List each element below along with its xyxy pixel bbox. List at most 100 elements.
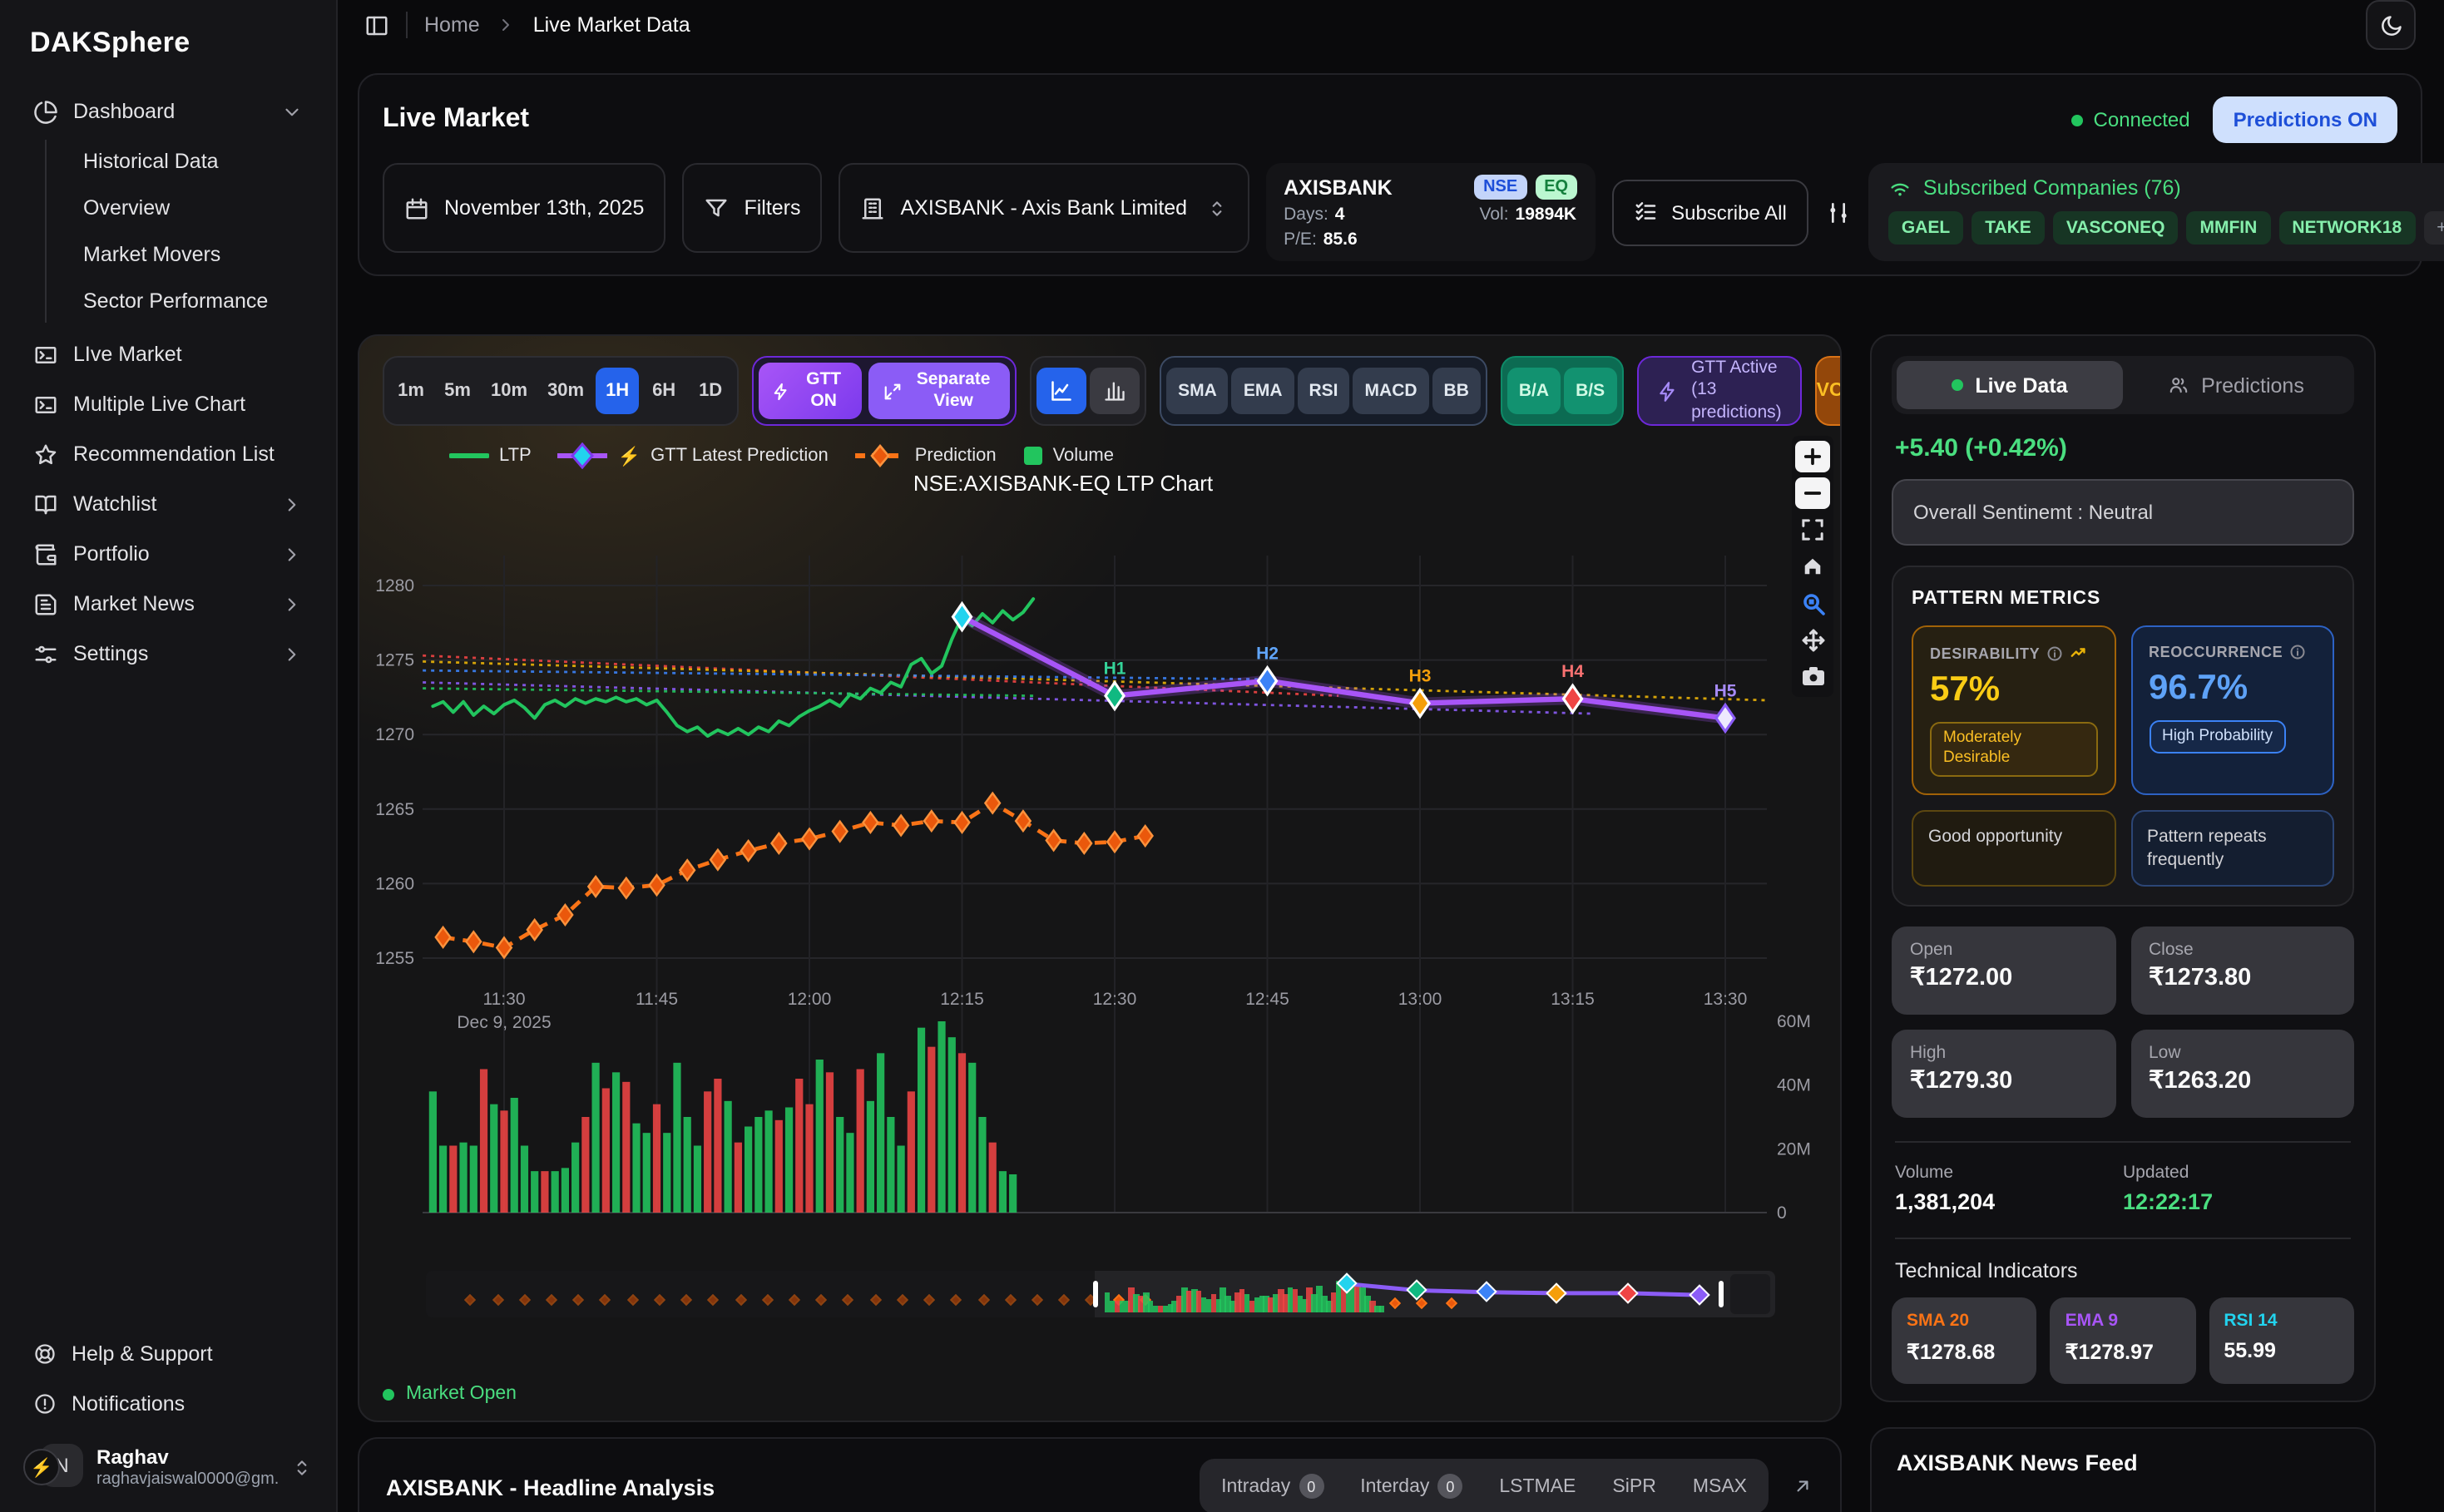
analysis-tab-msax[interactable]: MSAX xyxy=(1676,1466,1764,1506)
live-market-header-card: Live Market Connected Predictions ON Nov… xyxy=(358,73,2422,276)
sidebar-item-help-support[interactable]: Help & Support xyxy=(20,1329,316,1379)
analysis-tab-intraday[interactable]: Intraday0 xyxy=(1205,1464,1340,1509)
sidebar-item-dashboard[interactable]: Dashboard xyxy=(20,86,316,136)
sidebar-toggle-icon[interactable] xyxy=(364,12,389,37)
theme-toggle-button[interactable] xyxy=(2366,0,2416,50)
chart-type-group xyxy=(1030,356,1146,426)
company-tag-more[interactable]: +71 more xyxy=(2423,211,2444,245)
chevron-down-icon xyxy=(281,101,303,122)
timeframe-1m[interactable]: 1m xyxy=(389,368,433,414)
timeframe-1d[interactable]: 1D xyxy=(689,368,732,414)
svg-text:Dec 9, 2025: Dec 9, 2025 xyxy=(457,1013,551,1032)
zoom-in-icon[interactable] xyxy=(1795,441,1830,472)
company-tag-network18[interactable]: NETWORK18 xyxy=(2278,211,2415,245)
indicator-macd[interactable]: MACD xyxy=(1353,368,1429,414)
line-chart-button[interactable] xyxy=(1036,368,1086,414)
sidebar-item-watchlist[interactable]: Watchlist xyxy=(20,479,316,529)
subscribe-all-button[interactable]: Subscribe All xyxy=(1611,179,1808,245)
gtt-active-button[interactable]: GTT Active (13 predictions) xyxy=(1636,356,1802,426)
legend-prediction[interactable]: Prediction xyxy=(855,444,997,467)
timeframe-6h[interactable]: 6H xyxy=(642,368,685,414)
indicator-rsi[interactable]: RSI xyxy=(1298,368,1350,414)
reset-axes-icon[interactable] xyxy=(1795,551,1830,582)
sidebar-item-recommendation-list[interactable]: Recommendation List xyxy=(20,429,316,479)
analysis-tab-interday[interactable]: Interday0 xyxy=(1343,1464,1479,1509)
timeframe-group: 1m5m10m30m1H6H1D xyxy=(383,356,739,426)
navigator-handle-left[interactable] xyxy=(1093,1281,1098,1307)
tab-live-data[interactable]: Live Data xyxy=(1897,361,2123,409)
indicator-ema[interactable]: EMA xyxy=(1232,368,1294,414)
company-tag-mmfin[interactable]: MMFIN xyxy=(2186,211,2270,245)
bid-ask-button[interactable]: B/A xyxy=(1507,368,1561,414)
company-tag-gael[interactable]: GAEL xyxy=(1888,211,1963,245)
pe-label: P/E: xyxy=(1284,230,1317,250)
date-picker[interactable]: November 13th, 2025 xyxy=(383,163,665,253)
analysis-tab-label: Intraday xyxy=(1221,1476,1290,1496)
price-volume-chart[interactable]: 12551260126512701275128011:3011:4512:001… xyxy=(359,519,1842,1226)
sidebar-subitem-historical-data[interactable]: Historical Data xyxy=(73,140,316,183)
sidebar-item-label: Market News xyxy=(73,592,195,615)
sliders-vertical-icon[interactable] xyxy=(1825,199,1852,225)
indicator-bb[interactable]: BB xyxy=(1432,368,1481,414)
sidebar-item-multiple-live-chart[interactable]: Multiple Live Chart xyxy=(20,379,316,429)
stat-label: Close xyxy=(2149,941,2336,961)
tab-predictions[interactable]: Predictions xyxy=(2123,361,2349,409)
stock-selector[interactable]: AXISBANK - Axis Bank Limited xyxy=(839,163,1249,253)
company-tag-take[interactable]: TAKE xyxy=(1972,211,2045,245)
sidebar-item-live-market[interactable]: LIve Market xyxy=(20,329,316,379)
people-icon xyxy=(2168,374,2189,396)
stat-card-high: High₹1279.30 xyxy=(1892,1030,2115,1119)
svg-text:13:15: 13:15 xyxy=(1551,990,1595,1009)
buy-sell-button[interactable]: B/S xyxy=(1564,368,1616,414)
chart-navigator[interactable] xyxy=(426,1271,1775,1317)
legend-ltp[interactable]: LTP xyxy=(449,446,532,466)
info-icon[interactable] xyxy=(2289,644,2306,660)
sidebar-item-market-news[interactable]: Market News xyxy=(20,579,316,629)
sidebar-subitem-market-movers[interactable]: Market Movers xyxy=(73,233,316,276)
camera-icon[interactable] xyxy=(1795,660,1830,692)
timeframe-10m[interactable]: 10m xyxy=(482,368,536,414)
terminal-icon xyxy=(33,342,58,367)
star-icon xyxy=(33,442,58,467)
separate-view-button[interactable]: Separate View xyxy=(868,363,1010,419)
sidebar-subitem-sector-performance[interactable]: Sector Performance xyxy=(73,279,316,323)
external-link-icon[interactable] xyxy=(1792,1475,1813,1497)
timeframe-30m[interactable]: 30m xyxy=(539,368,592,414)
stat-value: ₹1279.30 xyxy=(1910,1069,2097,1095)
days-label: Days: xyxy=(1284,205,1328,225)
sidebar-item-portfolio[interactable]: Portfolio xyxy=(20,529,316,579)
timeframe-1h[interactable]: 1H xyxy=(596,368,639,414)
navigator-handle-right[interactable] xyxy=(1719,1281,1724,1307)
box-zoom-icon[interactable] xyxy=(1795,587,1830,619)
breadcrumb-home[interactable]: Home xyxy=(424,13,480,37)
filter-icon xyxy=(704,195,729,220)
analysis-tab-lstmae[interactable]: LSTMAE xyxy=(1482,1466,1592,1506)
gtt-on-button[interactable]: GTT ON xyxy=(759,363,862,419)
user-menu[interactable]: N ⚡ Raghav raghavjaiswal0000@gm... xyxy=(20,1429,316,1492)
candle-chart-button[interactable] xyxy=(1090,368,1140,414)
pan-icon[interactable] xyxy=(1795,624,1830,655)
navigator-dim-right xyxy=(1729,1274,1770,1314)
timeframe-5m[interactable]: 5m xyxy=(436,368,479,414)
ohlc-grid: Open₹1272.00Close₹1273.80High₹1279.30Low… xyxy=(1892,927,2354,1119)
sidebar-subitem-overview[interactable]: Overview xyxy=(73,186,316,230)
indicator-sma[interactable]: SMA xyxy=(1166,368,1229,414)
company-tag-vasconeq[interactable]: VASCONEQ xyxy=(2053,211,2179,245)
sidebar-item-notifications[interactable]: Notifications xyxy=(20,1379,316,1429)
info-icon[interactable] xyxy=(2046,645,2063,661)
navigator-forecast-line xyxy=(426,1271,1775,1317)
analysis-tab-sipr[interactable]: SiPR xyxy=(1596,1466,1672,1506)
vol-value: 19894K xyxy=(1516,205,1577,225)
predictions-toggle-button[interactable]: Predictions ON xyxy=(2214,96,2397,143)
legend-volume[interactable]: Volume xyxy=(1023,446,1114,466)
analysis-tab-label: MSAX xyxy=(1693,1476,1747,1496)
technical-indicators-grid: SMA 20₹1278.68EMA 9₹1278.97RSI 1455.99 xyxy=(1892,1298,2354,1385)
legend-gtt-prediction[interactable]: ⚡ GTT Latest Prediction xyxy=(558,442,829,469)
autoscale-icon[interactable] xyxy=(1795,514,1830,546)
zoom-out-icon[interactable] xyxy=(1795,477,1830,509)
volume-toggle-button[interactable]: VOL xyxy=(1815,356,1842,426)
sidebar-item-settings[interactable]: Settings xyxy=(20,629,316,679)
sidebar-footer: Help & SupportNotifications xyxy=(20,1329,316,1429)
terminal-icon xyxy=(33,392,58,417)
filters-button[interactable]: Filters xyxy=(682,163,822,253)
